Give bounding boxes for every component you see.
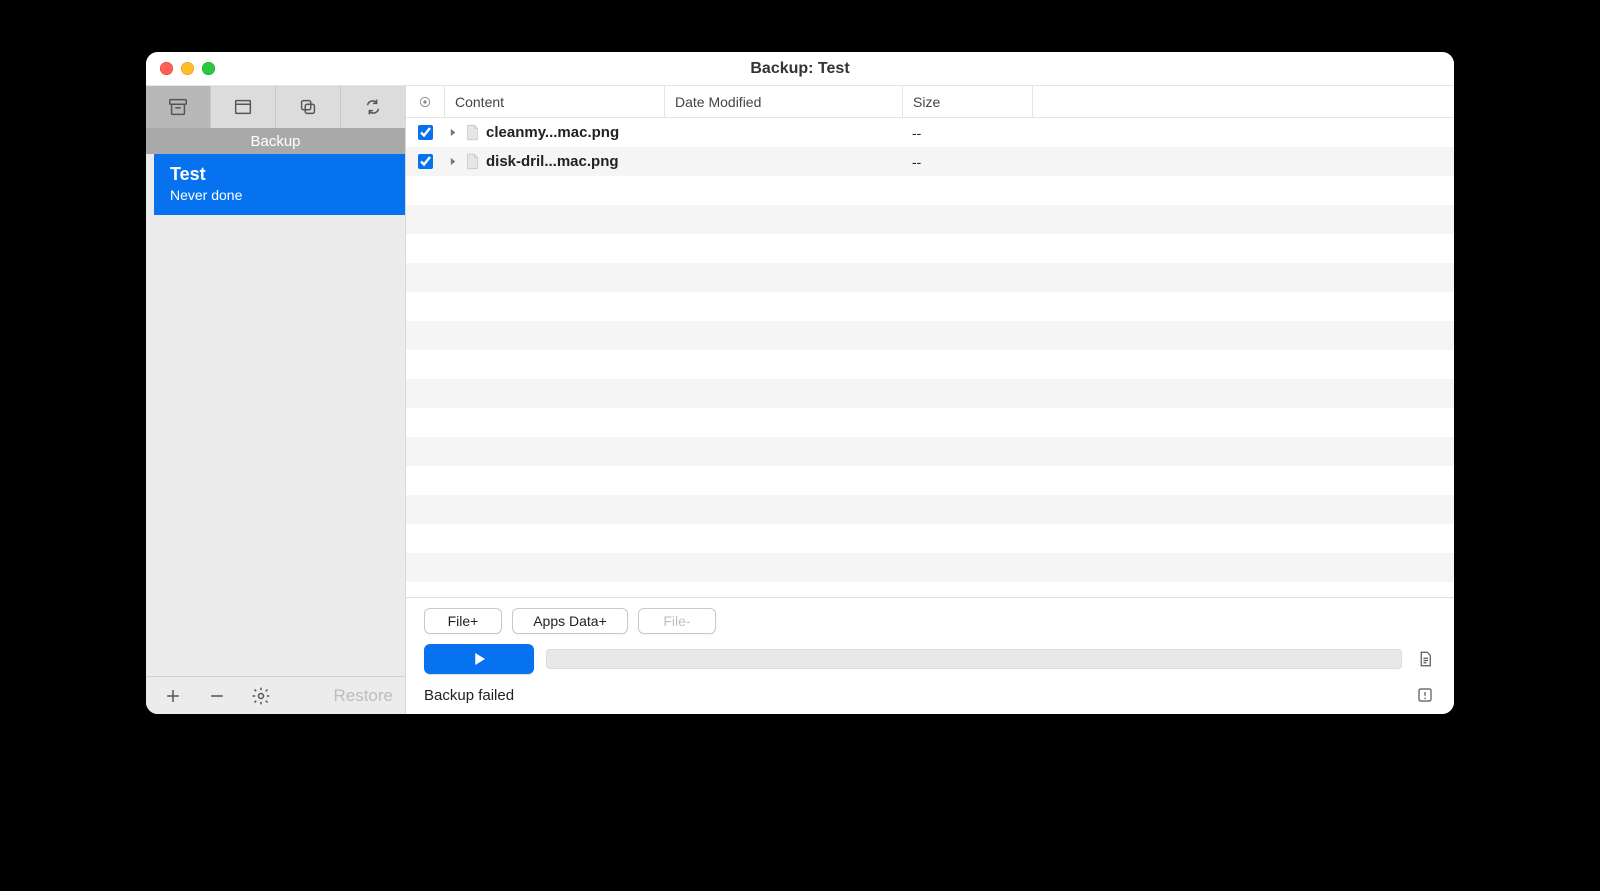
sidebar: Backup Test Never done Restore [146,86,406,714]
table-row-empty [406,524,1454,553]
run-button[interactable] [424,644,534,674]
log-button[interactable] [1414,648,1436,670]
zoom-icon[interactable] [202,62,215,75]
archive-box-icon [167,96,189,118]
file-icon [462,153,482,170]
tab-clone[interactable] [276,86,341,128]
window-controls [146,62,215,75]
table-row-empty [406,582,1454,597]
table-row-empty [406,379,1454,408]
column-target[interactable] [406,95,444,109]
row-size: -- [902,154,1032,170]
table-row-empty [406,495,1454,524]
file-add-button[interactable]: File+ [424,608,502,634]
chevron-right-icon[interactable] [444,128,462,137]
status-text: Backup failed [424,687,514,704]
remove-task-button[interactable] [202,681,232,711]
table-row-empty [406,176,1454,205]
row-checkbox[interactable] [406,125,444,140]
plus-icon [163,686,183,706]
table-row-empty [406,321,1454,350]
row-size: -- [902,125,1032,141]
apps-data-button[interactable]: Apps Data+ [512,608,628,634]
box-icon [232,96,254,118]
table-row-empty [406,437,1454,466]
close-icon[interactable] [160,62,173,75]
table-body: cleanmy...mac.png -- disk-dril...mac.png -- [406,118,1454,597]
chevron-right-icon[interactable] [444,157,462,166]
document-icon [1416,650,1434,668]
bottom-bar: File+ Apps Data+ File- Backup failed [406,597,1454,714]
table-row-empty [406,466,1454,495]
tab-storage[interactable] [211,86,276,128]
tab-backup[interactable] [146,86,211,128]
play-icon [470,650,488,668]
sidebar-item-test[interactable]: Test Never done [154,154,405,215]
table-row-empty [406,350,1454,379]
main-panel: Content Date Modified Size cleanmy...mac… [406,86,1454,714]
column-content[interactable]: Content [444,86,664,117]
file-buttons: File+ Apps Data+ File- [424,608,1436,634]
sidebar-item-subtitle: Never done [170,187,389,203]
status-row: Backup failed [424,684,1436,706]
table-row[interactable]: cleanmy...mac.png -- [406,118,1454,147]
minus-icon [207,686,227,706]
sidebar-item-name: Test [170,164,389,185]
window-title: Backup: Test [146,60,1454,78]
sidebar-list: Test Never done [146,154,405,676]
table-row-empty [406,553,1454,582]
app-window: Backup: Test Backup T [146,52,1454,714]
add-task-button[interactable] [158,681,188,711]
file-icon [462,124,482,141]
sidebar-heading: Backup [146,128,405,154]
titlebar: Backup: Test [146,52,1454,86]
table-row-empty [406,263,1454,292]
target-icon [418,95,432,109]
table-row-empty [406,292,1454,321]
restore-button: Restore [333,686,393,706]
progress-bar [546,649,1402,669]
table-row-empty [406,205,1454,234]
row-name: cleanmy...mac.png [482,124,664,141]
settings-button[interactable] [246,681,276,711]
warning-button[interactable] [1414,684,1436,706]
column-date[interactable]: Date Modified [664,86,902,117]
gear-icon [251,686,271,706]
file-remove-button: File- [638,608,716,634]
alert-icon [1416,686,1434,704]
table-row[interactable]: disk-dril...mac.png -- [406,147,1454,176]
column-extra [1032,86,1454,117]
run-row [424,644,1436,674]
column-size[interactable]: Size [902,86,1032,117]
table-header: Content Date Modified Size [406,86,1454,118]
table-row-empty [406,234,1454,263]
copy-icon [297,96,319,118]
sidebar-footer: Restore [146,676,405,714]
row-name: disk-dril...mac.png [482,153,664,170]
sync-icon [362,96,384,118]
minimize-icon[interactable] [181,62,194,75]
row-checkbox[interactable] [406,154,444,169]
sidebar-tabs [146,86,405,128]
tab-sync[interactable] [341,86,405,128]
table-row-empty [406,408,1454,437]
